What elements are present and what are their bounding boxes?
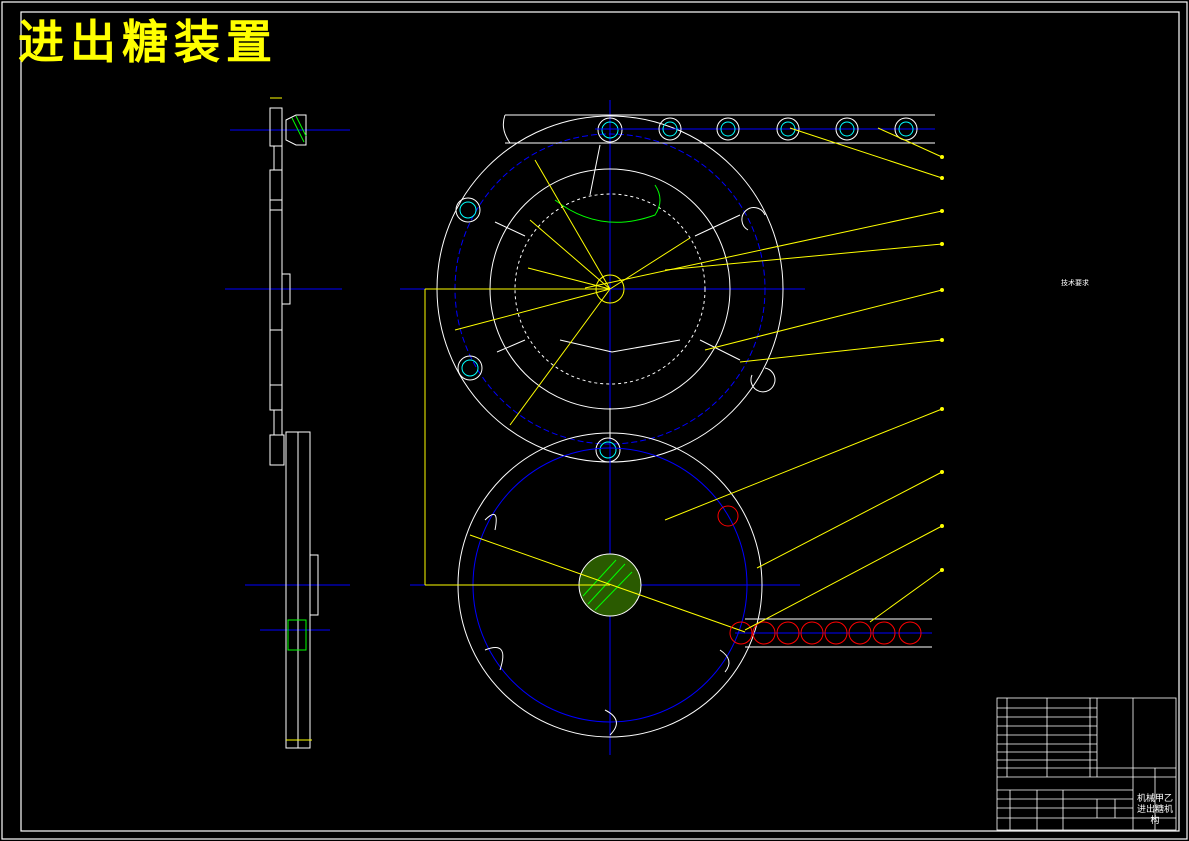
gripper-arm: [494, 221, 526, 237]
leader-2-dot: [940, 176, 944, 180]
upper-radius-line: [609, 237, 691, 290]
leader-7-dot: [940, 407, 944, 411]
side-shaft-neck: [273, 145, 283, 171]
leader-4: [664, 243, 943, 271]
title-block-designation: 机械甲乙 进出糖机构: [1134, 794, 1176, 827]
side-lower-section: [287, 619, 307, 651]
technical-notes: 技术要求: [1010, 278, 1120, 288]
leader-10-dot: [940, 568, 944, 572]
title-block-designation-line2: 进出糖机构: [1136, 805, 1173, 826]
upper-radius-line: [534, 159, 611, 290]
leader-5: [704, 289, 943, 351]
side-coupling: [269, 434, 285, 466]
part-leaders: [584, 127, 944, 631]
leader-6-dot: [940, 338, 944, 342]
leader-8: [756, 471, 943, 569]
leader-5-dot: [940, 288, 944, 292]
lower-diameter-line: [469, 534, 746, 633]
leader-9: [744, 525, 943, 631]
gripper-upper-left-pocket: [459, 201, 477, 219]
title-block-designation-line1: 机械甲乙: [1136, 794, 1173, 804]
lower-pocket: [484, 513, 497, 531]
drawing-title: 进出糖装置: [18, 15, 278, 69]
outer-frame: [1, 1, 1188, 840]
leader-8-dot: [940, 470, 944, 474]
upper-break-line: [554, 184, 661, 223]
lower-discharge-wheel: [410, 288, 800, 755]
upper-radius-line: [509, 288, 611, 426]
upper-star-wheel: [400, 100, 805, 463]
discharge-conveyor: [729, 618, 932, 648]
infeed-conveyor: [502, 114, 935, 144]
technical-notes-heading: 技术要求: [1061, 279, 1089, 287]
side-wheel-edge: [269, 169, 283, 411]
leader-6: [739, 339, 943, 363]
conveyor-break: [502, 114, 511, 144]
drawing-canvas: [1, 1, 1188, 840]
leader-1-dot: [940, 155, 944, 159]
side-view: [225, 97, 350, 749]
leader-3-dot: [940, 209, 944, 213]
leader-2: [789, 127, 943, 179]
leader-9-dot: [940, 524, 944, 528]
lower-pocket: [604, 709, 617, 736]
upper-cam-edge: [559, 339, 681, 353]
upper-radius-line: [454, 288, 611, 331]
gripper-lower-left-pocket: [461, 359, 479, 377]
gripper-lower-right: [750, 367, 776, 393]
leader-10: [869, 569, 943, 623]
side-shaft-top: [269, 107, 283, 147]
side-hatch-green: [295, 115, 307, 137]
leader-7: [664, 408, 943, 521]
gripper-upper-right: [741, 207, 766, 231]
side-shaft-lower-neck: [273, 409, 283, 436]
leader-4-dot: [940, 242, 944, 246]
gripper-arm: [496, 339, 526, 353]
gripper-arm: [694, 214, 741, 237]
